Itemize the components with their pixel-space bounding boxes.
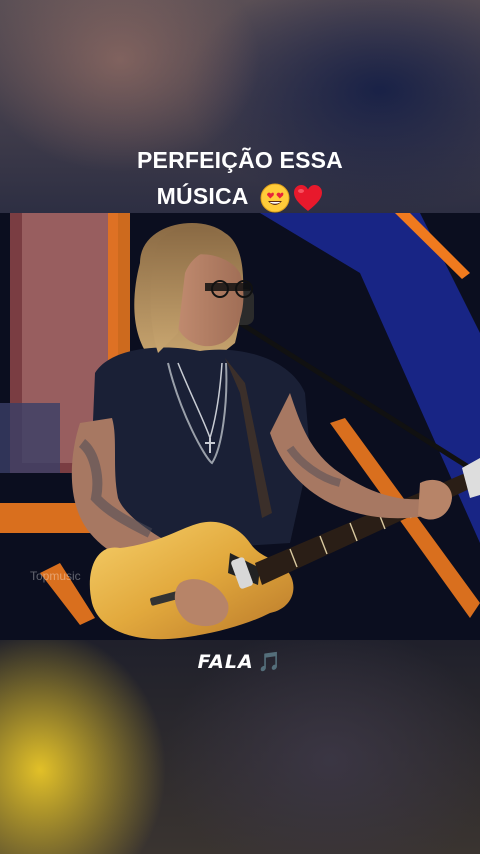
caption-emojis — [260, 183, 323, 213]
video-watermark: Topmusic — [30, 569, 81, 583]
caption-line-2: MÚSICA — [0, 178, 480, 214]
video-caption: PERFEIÇÃO ESSA MÚSICA — [0, 142, 480, 214]
heart-eyes-face-icon — [260, 183, 290, 213]
video-frame[interactable]: Topmusic — [0, 213, 480, 640]
music-note-icon: 🎵 — [257, 651, 283, 673]
footer-label: FALA 🎵 — [0, 650, 480, 673]
caption-line-2-text: MÚSICA — [156, 183, 248, 209]
caption-line-1: PERFEIÇÃO ESSA — [136, 147, 343, 173]
red-heart-icon — [294, 184, 323, 211]
footer-label-text: FALA — [197, 651, 254, 673]
